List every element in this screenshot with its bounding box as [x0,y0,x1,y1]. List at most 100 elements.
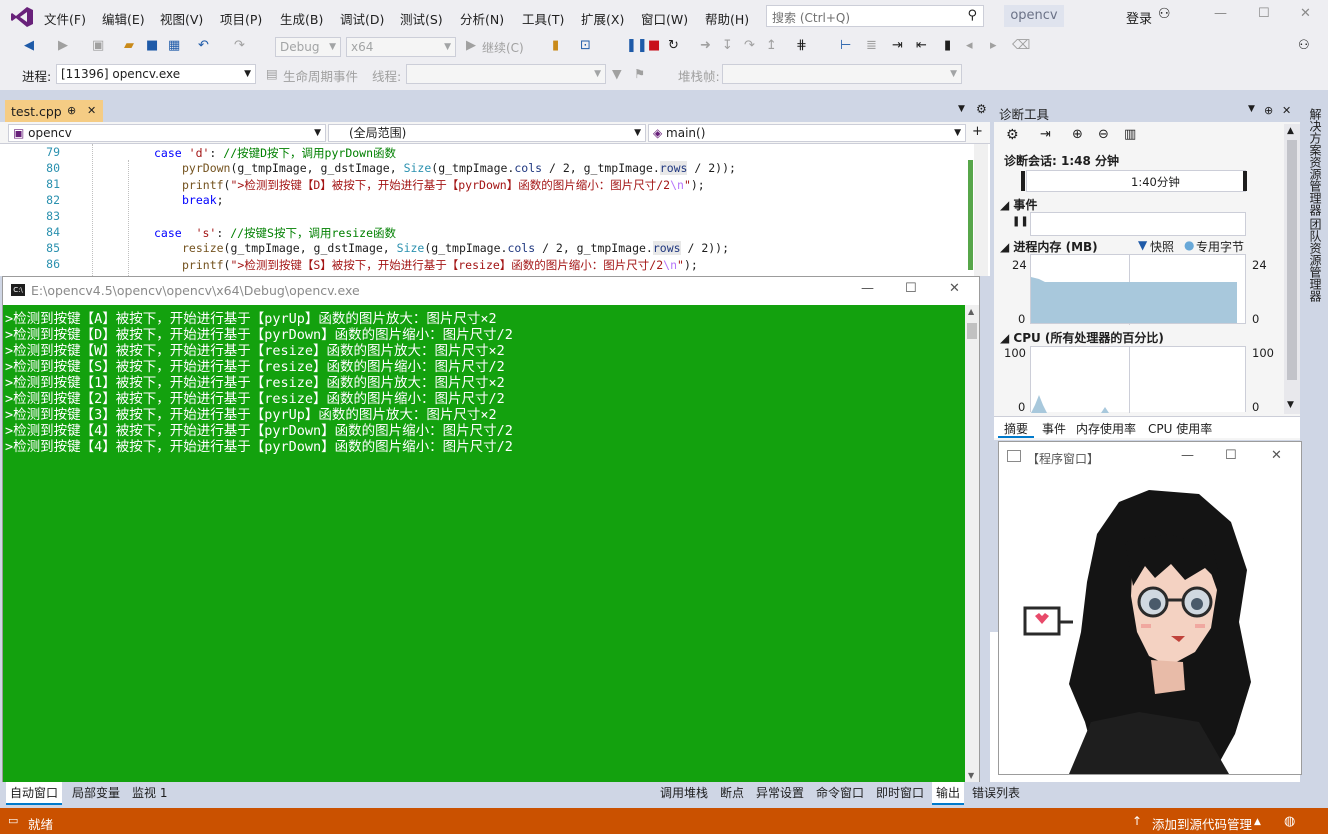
process-select[interactable]: [11396] opencv.exe ▼ [56,64,256,84]
settings-icon[interactable]: ⚙ [976,102,987,116]
tab-error-list[interactable]: 错误列表 [972,784,1020,801]
editor-scrollbar[interactable] [974,144,988,276]
filter-icon[interactable]: ▼ [612,66,622,81]
diagnostic-scrollbar[interactable]: ▲ ▼ [1284,124,1300,414]
program-maximize-icon[interactable]: ☐ [1225,448,1237,463]
scroll-down-icon[interactable]: ▼ [968,771,974,780]
undo-icon[interactable]: ↶ [198,38,209,53]
scroll-thumb[interactable] [1287,140,1297,380]
menu-edit[interactable]: 编辑(E) [102,9,145,28]
split-icon[interactable]: + [972,124,983,139]
console-close-icon[interactable]: ✕ [949,281,960,296]
step-over-icon[interactable]: ↷ [744,38,755,53]
tab-output[interactable]: 输出 [932,782,965,805]
tab-events[interactable]: 事件 [1042,420,1066,437]
lifecycle-events-button[interactable]: 生命周期事件 [283,66,358,85]
menu-extensions[interactable]: 扩展(X) [581,9,624,28]
clear-bookmarks-icon[interactable]: ⌫ [1012,38,1030,53]
screenshot-icon[interactable]: ⊡ [580,38,591,53]
panel-close-icon[interactable]: ✕ [1282,104,1291,117]
close-icon[interactable]: ✕ [1300,6,1311,21]
menu-window[interactable]: 窗口(W) [641,9,688,28]
tab-call-stack[interactable]: 调用堆栈 [660,784,708,801]
stackframe-select[interactable]: ▼ [722,64,962,84]
menu-build[interactable]: 生成(B) [280,9,323,28]
chevron-up-icon[interactable]: ▲ [1254,817,1261,827]
maximize-icon[interactable]: ☐ [1258,6,1270,21]
console-minimize-icon[interactable]: — [861,281,874,296]
zoom-in-icon[interactable]: ⊕ [1072,127,1083,142]
tab-immediate-window[interactable]: 即时窗口 [876,784,924,801]
program-window[interactable]: 【程序窗口】 — ☐ ✕ [998,441,1302,775]
menu-debug[interactable]: 调试(D) [340,9,384,28]
pin-icon[interactable]: ⊕ [67,104,76,117]
outdent-icon[interactable]: ⇤ [916,38,927,53]
tab-overflow-icon[interactable]: ▼ [958,104,965,114]
restart-icon[interactable]: ↻ [668,38,679,53]
settings-icon[interactable]: ⚙ [1006,127,1019,143]
open-file-icon[interactable]: ▰ [124,38,134,53]
timeline-ruler[interactable]: 1:40分钟 [1021,170,1247,192]
threads-icon[interactable]: ⋕ [796,38,807,53]
events-track[interactable] [1030,212,1246,236]
tab-command-window[interactable]: 命令窗口 [816,784,864,801]
console-scrollbar[interactable]: ▲ ▼ [965,305,979,785]
function-select[interactable]: ◈ main() ▼ [648,124,966,142]
minimize-icon[interactable]: — [1214,6,1227,21]
reset-zoom-icon[interactable]: ▥ [1124,127,1136,142]
pause-icon[interactable]: ❚❚ [1012,216,1029,227]
solution-explorer-tab[interactable]: 解决方案资源管理器 [1307,108,1324,216]
memory-graph[interactable] [1030,254,1246,325]
console-title-bar[interactable]: C:\ E:\opencv4.5\opencv\opencv\x64\Debug… [3,277,979,305]
config-select[interactable]: Debug ▼ [275,37,341,57]
scroll-up-icon[interactable]: ▲ [968,307,974,316]
step-out-icon[interactable]: ↥ [766,38,777,53]
continue-button[interactable]: 继续(C) [482,39,524,56]
stop-icon[interactable]: ■ [648,38,660,53]
scroll-down-icon[interactable]: ▼ [1287,400,1294,410]
tab-memory-usage[interactable]: 内存使用率 [1076,420,1136,437]
platform-select[interactable]: x64 ▼ [346,37,456,57]
thread-select[interactable]: ▼ [406,64,606,84]
menu-view[interactable]: 视图(V) [160,9,203,28]
tab-summary[interactable]: 摘要 [998,417,1035,438]
tab-watch-1[interactable]: 监视 1 [132,784,167,801]
menu-analyze[interactable]: 分析(N) [460,9,504,28]
panel-menu-icon[interactable]: ▼ [1248,104,1255,114]
show-next-statement-icon[interactable]: ➜ [700,38,711,53]
tab-autos[interactable]: 自动窗口 [6,782,63,805]
bookmark-icon[interactable]: ▮ [944,38,951,53]
tab-locals[interactable]: 局部变量 [72,784,120,801]
search-input[interactable]: 搜索 (Ctrl+Q) ⚲ [766,5,984,27]
login-link[interactable]: 登录 [1126,8,1152,27]
step-into-icon[interactable]: ↧ [722,38,733,53]
zoom-out-icon[interactable]: ⊖ [1098,127,1109,142]
next-bookmark-icon[interactable]: ▸ [990,38,997,53]
tab-test-cpp[interactable]: test.cpp ⊕ ✕ [5,100,103,122]
scroll-up-icon[interactable]: ▲ [1287,126,1294,136]
redo-icon[interactable]: ↷ [234,38,245,53]
console-window[interactable]: C:\ E:\opencv4.5\opencv\opencv\x64\Debug… [2,276,980,786]
menu-help[interactable]: 帮助(H) [705,9,749,28]
format-icon[interactable]: ≣ [866,38,877,53]
save-all-icon[interactable]: ▦ [168,38,180,53]
tab-exception-settings[interactable]: 异常设置 [756,784,804,801]
flag-threads-icon[interactable]: ⚑ [634,66,645,81]
play-icon[interactable]: ▶ [466,38,476,53]
tab-breakpoints[interactable]: 断点 [720,784,744,801]
project-select[interactable]: ▣ opencv ▼ [8,124,326,142]
console-maximize-icon[interactable]: ☐ [905,281,917,296]
tab-cpu-usage[interactable]: CPU 使用率 [1148,420,1212,437]
user-icon[interactable]: ⚇ [1158,6,1171,22]
menu-file[interactable]: 文件(F) [44,9,86,28]
hex-display-icon[interactable]: ⊢ [840,38,851,53]
pin-icon[interactable]: ⊕ [1264,104,1273,117]
team-explorer-tab[interactable]: 团队资源管理器 [1307,218,1324,302]
menu-tools[interactable]: 工具(T) [522,9,564,28]
forward-icon[interactable]: ▶ [58,38,68,53]
back-icon[interactable]: ◀ [24,38,34,53]
pause-icon[interactable]: ❚❚ [626,38,648,53]
new-project-icon[interactable]: ▣ [92,38,104,53]
live-share-icon[interactable]: ⚇ [1298,38,1310,53]
scroll-thumb[interactable] [967,323,977,339]
